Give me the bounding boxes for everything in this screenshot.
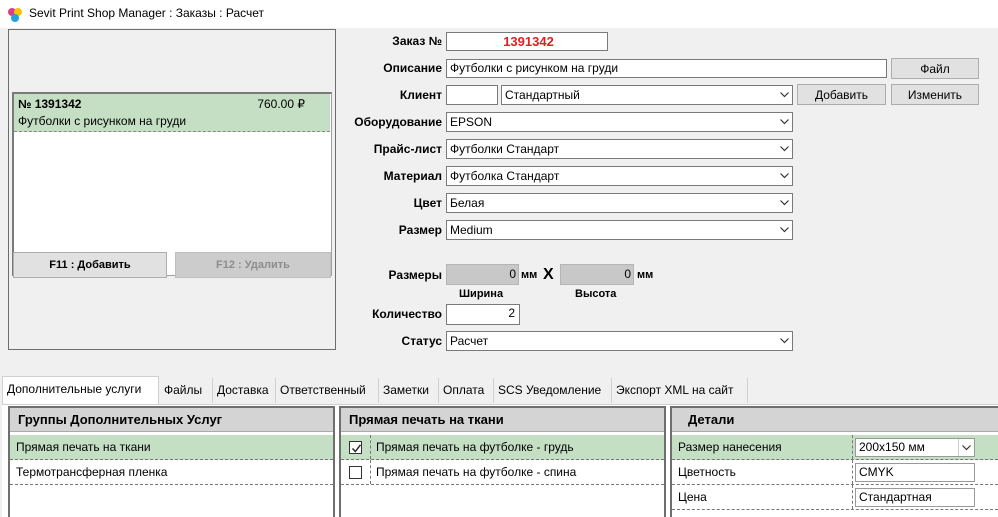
- pricelist-value: Футболки Стандарт: [450, 142, 560, 156]
- chevron-down-icon[interactable]: [958, 439, 974, 456]
- service-checkbox-checked[interactable]: [349, 441, 362, 454]
- size-label: Размер: [398, 223, 442, 237]
- application-size-value: 200x150 мм: [859, 440, 925, 454]
- material-combo[interactable]: Футболка Стандарт: [446, 166, 793, 186]
- material-value: Футболка Стандарт: [450, 169, 560, 183]
- equipment-value: EPSON: [450, 115, 493, 129]
- file-button[interactable]: Файл: [891, 58, 979, 79]
- width-field[interactable]: 0: [446, 264, 519, 285]
- service-checkbox[interactable]: [349, 466, 362, 479]
- detail-row[interactable]: Цена Стандартная: [672, 485, 998, 510]
- detail-label: Цветность: [678, 465, 736, 479]
- height-caption: Высота: [575, 288, 617, 300]
- row-divider: [852, 485, 853, 509]
- quantity-field[interactable]: 2: [446, 304, 520, 325]
- group-item[interactable]: Термотрансферная пленка: [10, 460, 333, 485]
- width-unit: мм: [521, 269, 538, 281]
- chevron-down-icon[interactable]: [775, 113, 792, 131]
- order-list-item[interactable]: № 1391342 760.00 ₽ Футболки с рисунком н…: [14, 94, 330, 132]
- status-value: Расчет: [450, 334, 489, 348]
- client-code-field[interactable]: [446, 85, 498, 105]
- status-combo[interactable]: Расчет: [446, 331, 793, 351]
- pricelist-label: Прайс-лист: [373, 142, 442, 156]
- chevron-down-icon[interactable]: [775, 194, 792, 212]
- order-number: № 1391342: [18, 97, 82, 111]
- service-item[interactable]: Прямая печать на футболке - спина: [341, 460, 664, 485]
- service-item-label: Прямая печать на футболке - грудь: [376, 440, 574, 454]
- color-combo[interactable]: Белая: [446, 193, 793, 213]
- services-pane: Прямая печать на ткани Прямая печать на …: [339, 406, 666, 517]
- edit-client-button[interactable]: Изменить: [891, 84, 979, 105]
- add-order-button[interactable]: F11 : Добавить: [13, 252, 167, 278]
- order-price: 760.00 ₽: [257, 97, 305, 111]
- color-value: Белая: [450, 196, 485, 210]
- tab-responsible[interactable]: Ответственный: [276, 378, 379, 403]
- row-divider: [370, 435, 371, 459]
- height-field[interactable]: 0: [560, 264, 634, 285]
- detail-row[interactable]: Цветность CMYK: [672, 460, 998, 485]
- description-label: Описание: [383, 61, 442, 75]
- chevron-down-icon[interactable]: [775, 167, 792, 185]
- detail-label: Цена: [678, 490, 707, 504]
- row-divider: [852, 460, 853, 484]
- price-field[interactable]: Стандартная: [855, 488, 975, 507]
- orders-list[interactable]: № 1391342 760.00 ₽ Футболки с рисунком н…: [12, 92, 332, 276]
- dimensions-label: Размеры: [388, 268, 442, 282]
- equipment-label: Оборудование: [354, 115, 442, 129]
- application-size-combo[interactable]: 200x150 мм: [855, 438, 975, 457]
- quantity-label: Количество: [372, 307, 442, 321]
- client-combo[interactable]: Стандартный: [501, 85, 793, 105]
- size-combo[interactable]: Medium: [446, 220, 793, 240]
- chevron-down-icon[interactable]: [775, 221, 792, 239]
- delete-order-button[interactable]: F12 : Удалить: [175, 252, 331, 278]
- detail-row[interactable]: Размер нанесения 200x150 мм: [672, 435, 998, 460]
- window-title: Sevit Print Shop Manager : Заказы : Расч…: [29, 6, 265, 20]
- tab-additional-services[interactable]: Дополнительные услуги: [2, 376, 159, 404]
- tab-notes[interactable]: Заметки: [379, 378, 439, 403]
- group-item-label: Термотрансферная пленка: [16, 465, 168, 479]
- client-label: Клиент: [399, 88, 442, 102]
- order-number-field[interactable]: 1391342: [446, 32, 608, 51]
- material-label: Материал: [383, 169, 442, 183]
- tab-files[interactable]: Файлы: [160, 378, 213, 403]
- description-field[interactable]: Футболки с рисунком на груди: [446, 59, 887, 78]
- order-number-label: Заказ №: [392, 34, 442, 48]
- app-logo-icon: [8, 8, 22, 22]
- services-header: Прямая печать на ткани: [341, 408, 664, 432]
- service-item-label: Прямая печать на футболке - спина: [376, 465, 577, 479]
- times-sign: X: [543, 266, 554, 283]
- chevron-down-icon[interactable]: [775, 140, 792, 158]
- width-caption: Ширина: [459, 288, 504, 300]
- title-bar: Sevit Print Shop Manager : Заказы : Расч…: [0, 0, 998, 28]
- group-item-label: Прямая печать на ткани: [16, 440, 151, 454]
- service-groups-header: Группы Дополнительных Услуг: [10, 408, 333, 432]
- tab-scs-notification[interactable]: SCS Уведомление: [494, 378, 612, 403]
- height-unit: мм: [637, 269, 654, 281]
- add-client-button[interactable]: Добавить: [797, 84, 886, 105]
- tab-payment[interactable]: Оплата: [439, 378, 494, 403]
- details-pane: Детали Размер нанесения 200x150 мм Цветн…: [670, 406, 998, 517]
- checkmark-icon: [351, 444, 362, 453]
- orders-panel: № 1391342 760.00 ₽ Футболки с рисунком н…: [8, 29, 336, 350]
- row-divider: [852, 435, 853, 459]
- chevron-down-icon[interactable]: [775, 332, 792, 350]
- chevron-down-icon[interactable]: [775, 86, 792, 104]
- group-item[interactable]: Прямая печать на ткани: [10, 435, 333, 460]
- size-value: Medium: [450, 223, 493, 237]
- pricelist-combo[interactable]: Футболки Стандарт: [446, 139, 793, 159]
- tab-delivery[interactable]: Доставка: [213, 378, 276, 403]
- client-value: Стандартный: [505, 88, 580, 102]
- status-label: Статус: [401, 334, 442, 348]
- tab-xml-export[interactable]: Экспорт XML на сайт: [612, 378, 748, 403]
- order-description: Футболки с рисунком на груди: [18, 114, 187, 128]
- color-label: Цвет: [413, 196, 442, 210]
- row-divider: [370, 460, 371, 484]
- equipment-combo[interactable]: EPSON: [446, 112, 793, 132]
- details-header: Детали: [672, 408, 998, 432]
- service-item[interactable]: Прямая печать на футболке - грудь: [341, 435, 664, 460]
- detail-label: Размер нанесения: [678, 440, 782, 454]
- color-mode-field[interactable]: CMYK: [855, 463, 975, 482]
- service-groups-pane: Группы Дополнительных Услуг Прямая печат…: [8, 406, 335, 517]
